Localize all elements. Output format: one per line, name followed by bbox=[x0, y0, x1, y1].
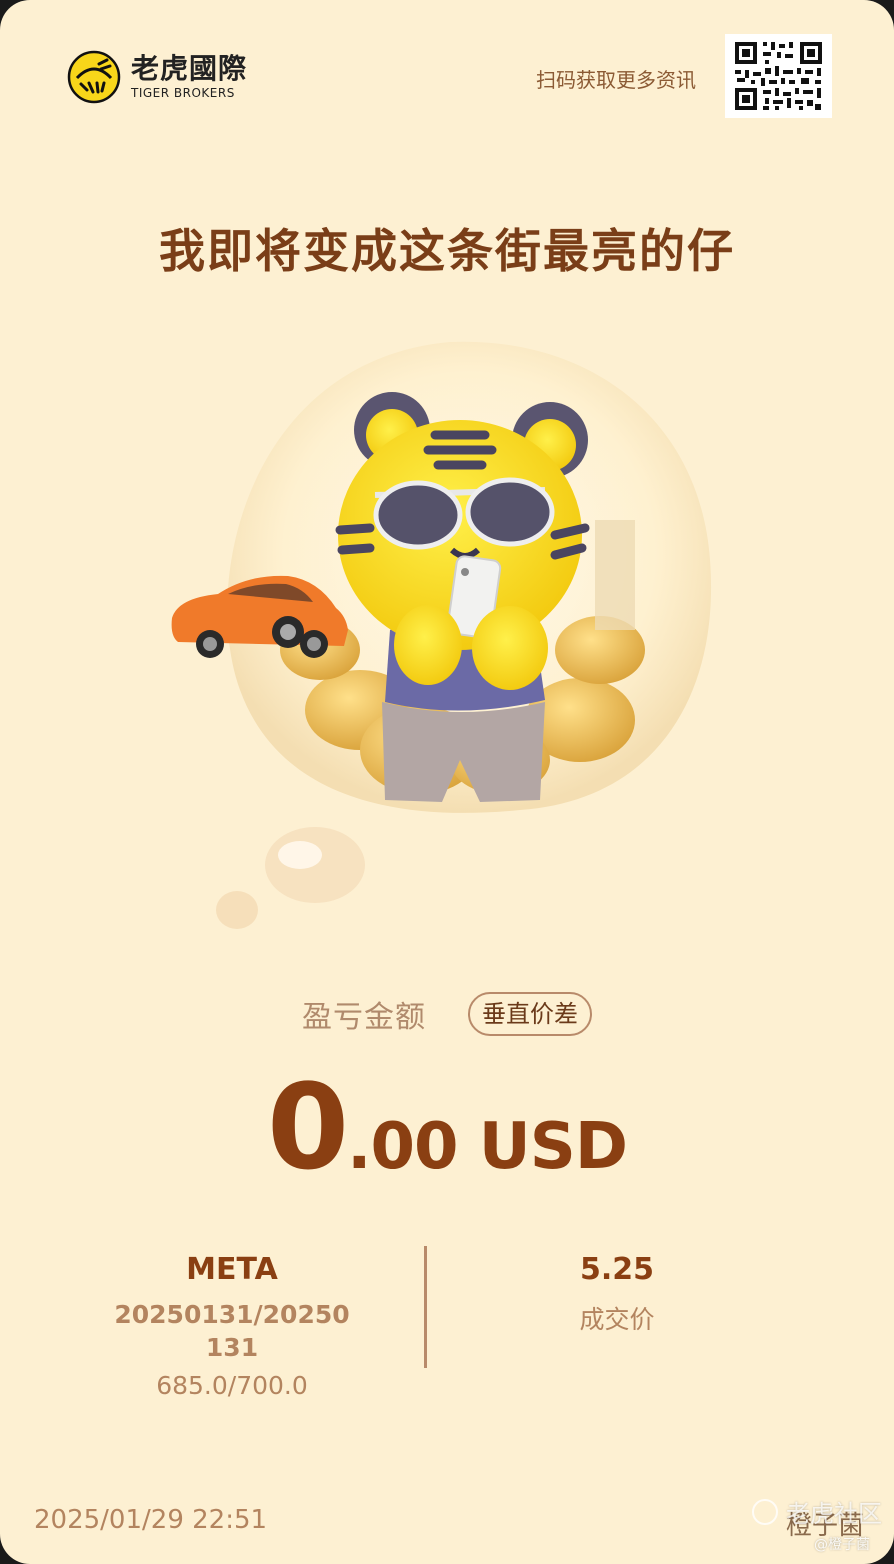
brand-logo: 老虎國際 TIGER BROKERS bbox=[67, 50, 247, 104]
pnl-amount-integer: 0 bbox=[267, 1058, 349, 1196]
tiger-logo-icon bbox=[67, 50, 121, 104]
qr-code-icon[interactable] bbox=[725, 34, 832, 118]
trade-price-label: 成交价 bbox=[579, 1305, 655, 1334]
trade-price: 5.25 bbox=[579, 1252, 655, 1287]
expiry-dates: 20250131/20250131 bbox=[114, 1300, 350, 1362]
watermark-handle: @橙子菌 bbox=[814, 1537, 870, 1553]
position-info: META 20250131/20250131 685.0/700.0 bbox=[108, 1250, 356, 1404]
brand-name-en: TIGER BROKERS bbox=[131, 86, 235, 100]
timestamp: 2025/01/29 22:51 bbox=[34, 1505, 268, 1535]
tiger-mascot-illustration bbox=[171, 341, 712, 929]
strategy-chip[interactable]: 垂直价差 bbox=[468, 992, 592, 1036]
community-watermark: 老虎社区 bbox=[752, 1494, 882, 1529]
scan-prompt: 扫码获取更多资讯 bbox=[536, 68, 696, 92]
pnl-amount: 0.00 USD bbox=[0, 1058, 894, 1196]
strike-prices: 685.0/700.0 bbox=[156, 1371, 308, 1400]
pnl-amount-decimal-currency: .00 USD bbox=[347, 1110, 628, 1184]
headline: 我即将变成这条街最亮的仔 bbox=[159, 224, 735, 278]
price-info: 5.25 成交价 bbox=[520, 1250, 714, 1336]
pnl-header: 盈亏金额 垂直价差 bbox=[0, 992, 894, 1036]
brand-name-cn: 老虎國際 bbox=[131, 52, 248, 85]
share-card: 老虎國際 TIGER BROKERS 扫码获取更多资讯 我即将变成这条街最亮的仔… bbox=[0, 0, 894, 1564]
ticker-symbol: META bbox=[186, 1252, 278, 1287]
column-divider bbox=[424, 1246, 427, 1368]
pnl-label: 盈亏金额 bbox=[302, 1000, 426, 1035]
community-icon bbox=[752, 1498, 778, 1525]
community-name: 老虎社区 bbox=[786, 1500, 882, 1528]
